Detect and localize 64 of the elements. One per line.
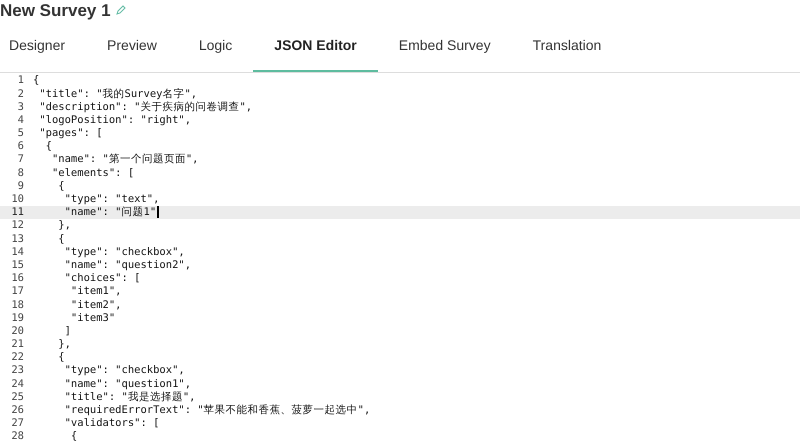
code-text: {: [33, 75, 40, 86]
code-text: {: [57, 180, 65, 192]
tab[interactable]: JSON Editor: [253, 20, 378, 72]
line-number: 20: [10, 326, 24, 336]
code-text: {: [57, 352, 65, 363]
tab[interactable]: Preview: [86, 20, 178, 72]
line-number: 24: [10, 378, 24, 390]
line-number: 28: [10, 431, 24, 442]
code-text: ]: [64, 326, 71, 336]
code-text: "title": "我是选择题",: [64, 392, 196, 402]
survey-title: New Survey 1: [0, 2, 111, 18]
line-number: 26: [10, 405, 24, 416]
code-text: {: [70, 431, 78, 442]
code-text: "title": "我的Survey名字",: [38, 88, 198, 100]
text-cursor: [157, 206, 160, 218]
code-text: "type": "checkbox",: [64, 365, 185, 376]
line-number: 25: [10, 392, 24, 402]
line-number: 3: [16, 102, 24, 112]
line-number: 10: [10, 194, 24, 205]
code-text: "item2",: [70, 300, 122, 310]
code-text: "type": "text",: [64, 194, 160, 205]
line-number: 17: [10, 286, 24, 297]
line-number: 5: [16, 128, 24, 139]
code-text: {: [44, 141, 52, 152]
line-number: 2: [16, 88, 24, 100]
code-text: },: [57, 220, 71, 231]
line-number: 23: [10, 365, 24, 376]
code-text: {: [57, 234, 65, 244]
line-number: 8: [16, 168, 24, 178]
code-text: },: [57, 339, 71, 350]
code-text: "type": "checkbox",: [64, 246, 185, 258]
tab[interactable]: Logic: [178, 20, 254, 72]
edit-icon[interactable]: [114, 4, 127, 16]
line-number: 15: [10, 260, 24, 270]
line-number: 13: [10, 234, 24, 244]
line-number: 4: [16, 114, 24, 126]
code-text: "validators": [: [64, 418, 160, 429]
line-number: 27: [10, 418, 24, 429]
line-number: 12: [10, 220, 24, 231]
code-text: "elements": [: [50, 168, 134, 178]
line-number: 22: [10, 352, 24, 363]
code-text: "item3": [70, 312, 116, 324]
code-text: "description": "关于疾病的问卷调查",: [38, 102, 252, 112]
code-text: "logoPosition": "right",: [38, 114, 192, 126]
line-number: 7: [16, 154, 24, 165]
line-number: 21: [10, 339, 24, 350]
code-text: "pages": [: [38, 128, 103, 139]
code-text: "item1",: [70, 286, 122, 297]
line-number: 16: [10, 273, 24, 284]
code-text: "choices": [: [64, 273, 140, 284]
line-number: 6: [16, 141, 24, 152]
line-number: 19: [10, 312, 24, 324]
line-number: 1: [16, 75, 24, 86]
tab[interactable]: Embed Survey: [378, 20, 512, 72]
line-number: 9: [16, 180, 24, 192]
code-text: "name": "第一个问题页面",: [50, 154, 199, 165]
code-text: "name": "question2",: [64, 260, 192, 270]
line-number: 18: [10, 300, 24, 310]
tab[interactable]: Translation: [512, 20, 622, 72]
code-text: "name": "问题1": [64, 207, 156, 218]
tab[interactable]: Designer: [0, 20, 86, 72]
code-text: "requiredErrorText": "苹果不能和香蕉、菠萝一起选中",: [64, 405, 370, 416]
code-text: "name": "question1",: [64, 378, 192, 390]
line-number: 14: [10, 246, 24, 258]
